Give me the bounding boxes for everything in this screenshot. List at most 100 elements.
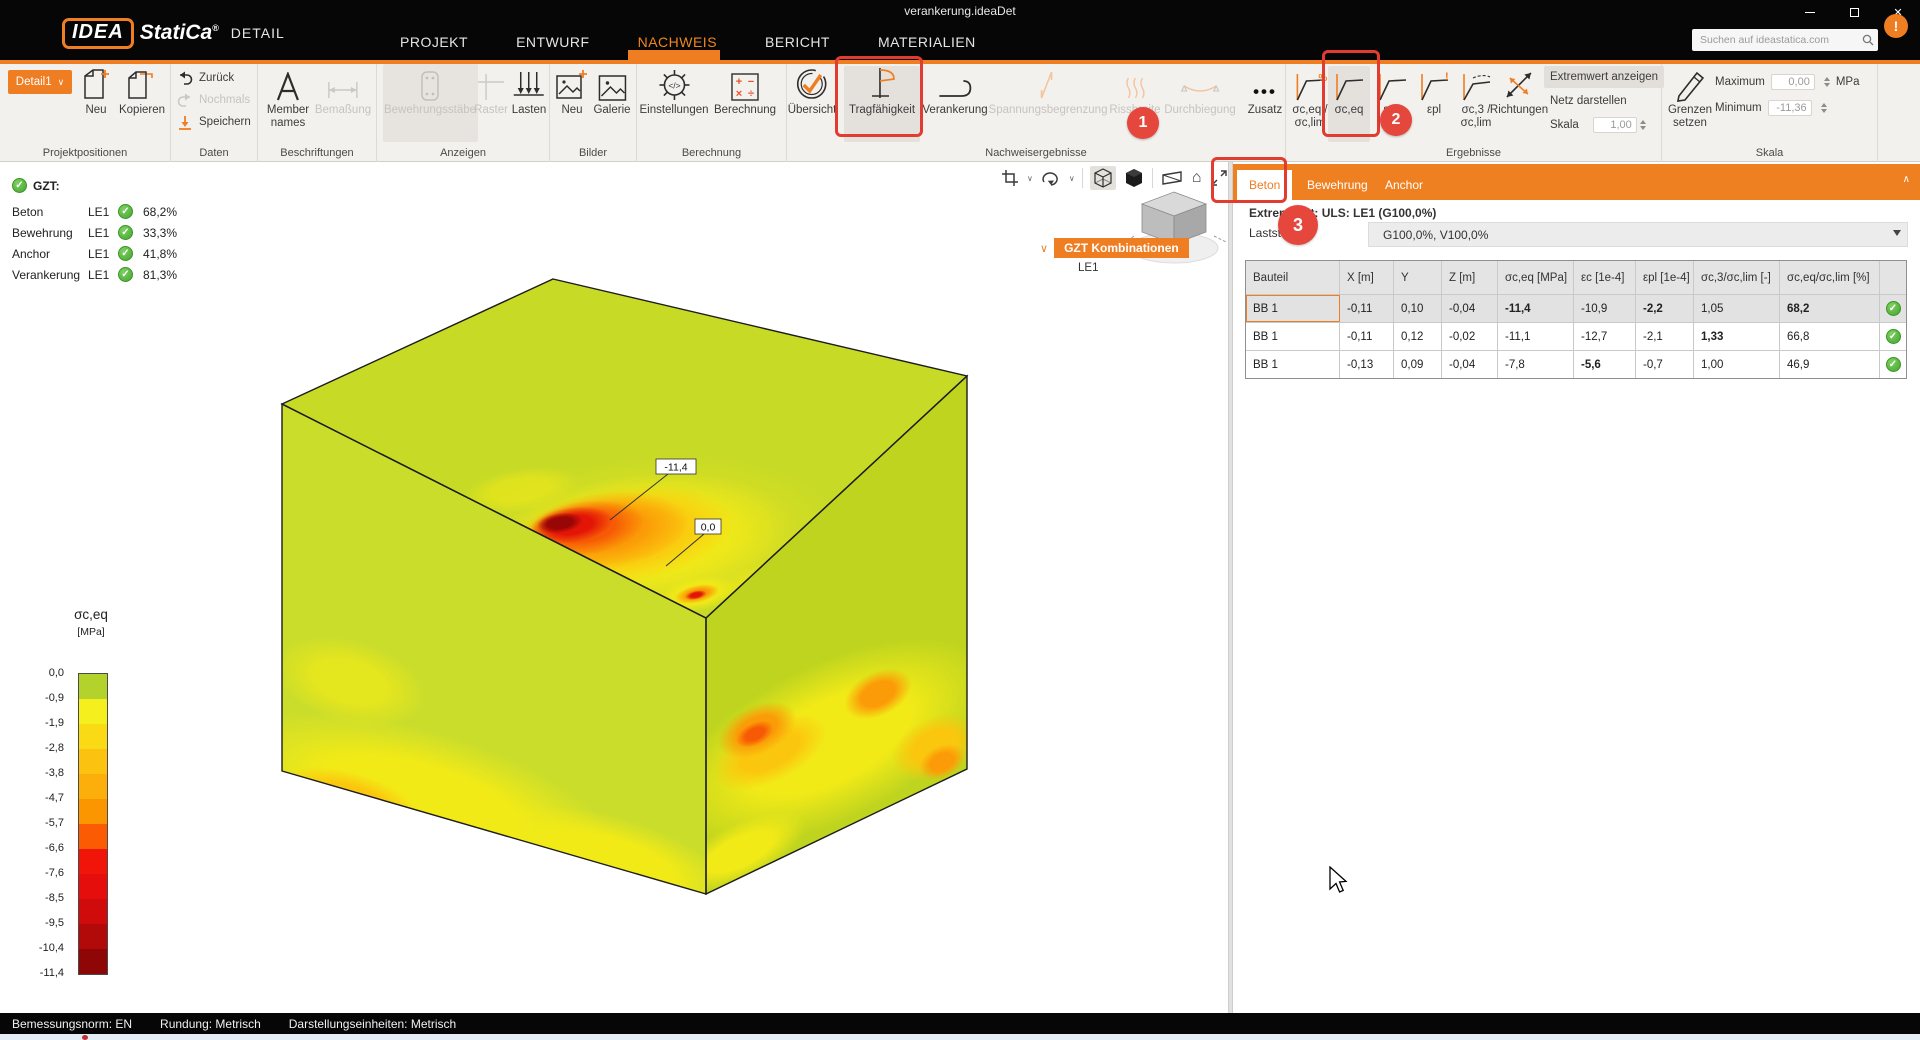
table-cell: 1,05 [1694,295,1780,322]
save-button[interactable]: Speichern [177,112,251,132]
solid-view-button[interactable] [1123,166,1145,190]
extra-results-button[interactable]: ••• Zusatz [1248,66,1283,117]
tab-bewehrung[interactable]: Bewehrung [1295,170,1380,200]
concrete-block-model[interactable]: -11,4 0,0 [0,162,1228,1013]
column-header[interactable]: εpl [1e-4] [1636,261,1694,294]
combination-selector[interactable]: ∨ GZT Kombinationen [1040,238,1189,258]
table-cell: 0,12 [1394,323,1442,350]
project-item-dropdown[interactable]: Detail1∨ [8,70,72,94]
maximize-button[interactable] [1832,0,1876,24]
group-bilder: Neu Galerie Bilder [550,64,637,162]
maximum-input[interactable]: 0,00 [1771,74,1815,90]
dimension-arrow-icon [326,66,360,104]
stress-limit-button[interactable]: Spannungsbegrenzung [989,66,1108,117]
table-row[interactable]: BB 1-0,110,12-0,02-11,1-12,7-2,11,3366,8 [1246,322,1906,350]
loads-arrows-icon [512,66,546,104]
legend-tick-label: -9,5 [45,917,64,929]
wireframe-view-button[interactable] [1090,166,1116,190]
column-header[interactable]: σc,eq [MPa] [1498,261,1574,294]
deflection-button[interactable]: Durchbiegung [1164,66,1236,117]
maximum-stepper[interactable] [1824,77,1830,87]
settings-button[interactable]: </> Einstellungen [639,66,708,117]
menu-projekt[interactable]: PROJEKT [400,34,468,50]
scale-input[interactable]: 1,00 [1593,117,1637,133]
svg-text:−: − [748,76,754,88]
tab-anchor[interactable]: Anchor [1373,170,1435,200]
combination-label[interactable]: GZT Kombinationen [1054,238,1189,258]
info-icon[interactable]: ! [1884,14,1908,38]
redo-button[interactable]: Nochmals [177,90,250,110]
results-panel: Beton Bewehrung Anchor ∧ Extremwert: ULS… [1233,162,1920,1013]
anchorage-check-button[interactable]: Verankerung [922,66,987,117]
3d-viewport[interactable]: -11,4 0,0 [0,162,1228,1013]
menu-entwurf[interactable]: ENTWURF [516,34,590,50]
rebar-display-button[interactable]: Bewehrungsstäbe [384,66,476,117]
section-view-button[interactable] [1160,166,1184,190]
color-scale-legend: σc,eq [MPa] 0,0-0,9-1,9-2,8-3,8-4,7-5,7-… [36,607,166,638]
copy-project-item-button[interactable]: Kopieren [119,66,165,117]
column-header[interactable]: Y [1394,261,1442,294]
table-cell: -0,11 [1340,323,1394,350]
table-row[interactable]: BB 1-0,110,10-0,04-11,4-10,9-2,21,0568,2 [1246,294,1906,322]
table-row[interactable]: BB 1-0,130,09-0,04-7,8-5,6-0,71,0046,9 [1246,350,1906,378]
grid-display-button[interactable]: Raster [474,66,508,117]
dimension-button[interactable]: Bemaßung [315,66,371,117]
chevron-down-icon: ∨ [58,78,65,87]
minimum-input[interactable]: -11,36 [1768,100,1812,116]
overview-check-button[interactable]: Übersicht [788,66,837,117]
legend-bands [78,673,108,975]
ok-check-icon [1886,357,1901,372]
undo-button[interactable]: Zurück [177,68,234,88]
chevron-down-icon[interactable]: ∨ [1027,174,1033,183]
search-input[interactable] [1692,34,1858,46]
column-header[interactable]: Bauteil [1246,261,1340,294]
pencil-icon [1673,66,1707,104]
gallery-button[interactable]: Galerie [593,66,630,117]
check-circle-icon [794,66,830,104]
new-image-button[interactable]: Neu [555,66,589,117]
group-skala: Grenzen setzen Maximum 0,00 MPa Minimum … [1662,64,1878,162]
column-header[interactable]: εc [1e-4] [1574,261,1636,294]
search-icon[interactable] [1858,34,1878,46]
set-limits-button[interactable]: Grenzen setzen [1668,66,1712,130]
load-case-label[interactable]: LE1 [1078,262,1098,274]
column-header[interactable]: σc,3/σc,lim [-] [1694,261,1780,294]
menu-bericht[interactable]: BERICHT [765,34,830,50]
load-step-select[interactable]: G100,0%, V100,0% [1368,222,1908,247]
column-header[interactable] [1880,261,1906,294]
chevron-down-icon[interactable]: ∨ [1069,174,1075,183]
collapse-panel-icon[interactable]: ∧ [1903,174,1910,185]
show-mesh-toggle[interactable]: Netz darstellen [1544,90,1633,112]
menu-materialien[interactable]: MATERIALIEN [878,34,976,50]
directions-button[interactable]: Richtungen [1490,66,1548,117]
minimize-button[interactable] [1788,0,1832,24]
results-table-body: BB 1-0,110,10-0,04-11,4-10,9-2,21,0568,2… [1246,294,1906,378]
column-header[interactable]: X [m] [1340,261,1394,294]
home-view-button[interactable]: ⌂ [1191,166,1203,190]
show-extreme-toggle[interactable]: Extremwert anzeigen [1544,66,1664,88]
ok-check-icon [118,267,133,282]
summary-row-anchor: AnchorLE141,8% [12,243,177,264]
annotation-rect-tab-beton [1211,157,1287,203]
eps-pl-button[interactable]: ! εpl [1418,66,1450,117]
menu-bar: IDEA StatiCa® DETAIL PROJEKT ENTWURF NAC… [0,24,1920,60]
search-box[interactable] [1692,29,1878,51]
legend-band [79,824,107,849]
member-names-button[interactable]: Member names [267,66,309,130]
group-anzeigen: Bewehrungsstäbe Raster Lasten Anzeigen [377,64,550,162]
minimum-stepper[interactable] [1821,103,1827,113]
sigma-c3-ratio-button[interactable]: σc,3 / σc,lim [1460,66,1492,130]
column-header[interactable]: Z [m] [1442,261,1498,294]
menu-nachweis[interactable]: NACHWEIS [638,34,717,50]
loads-display-button[interactable]: Lasten [512,66,547,117]
extreme-value-line: Extremwert: ULS: LE1 (G100,0%) [1249,206,1436,220]
new-project-item-button[interactable]: Neu [81,66,111,117]
column-header[interactable]: σc,eq/σc,lim [%] [1780,261,1880,294]
title-bar: verankerung.ideaDet ✕ [0,0,1920,24]
calculation-button[interactable]: +−×÷ Berechnung [714,66,776,117]
rotate-tool-button[interactable] [1040,166,1062,190]
crop-tool-button[interactable] [1000,166,1020,190]
accent-divider [0,60,1920,64]
redo-icon [177,93,193,107]
scale-stepper[interactable] [1640,120,1646,130]
